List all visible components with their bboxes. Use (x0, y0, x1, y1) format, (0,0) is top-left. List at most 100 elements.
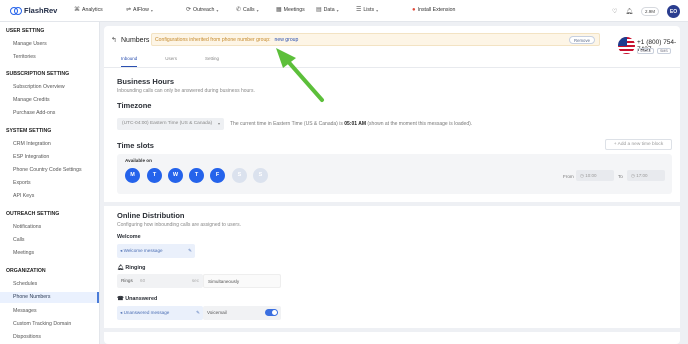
time-slot-panel: Available on M T W T F S S From ◷ 10:00 … (117, 154, 672, 194)
sidebar-item-territories[interactable]: Territories (13, 54, 36, 60)
aiflow-icon: ⇌ (126, 7, 132, 13)
group-link[interactable]: new group (275, 37, 299, 43)
section-title-system: SYSTEM SETTING (6, 128, 52, 134)
sidebar-item-purchase-addons[interactable]: Purchase Add-ons (13, 110, 55, 116)
sidebar-item-manage-users[interactable]: Manage Users (13, 41, 47, 47)
sidebar-item-notifications[interactable]: Notifications (13, 224, 41, 230)
section-title-organization: ORGANIZATION (6, 268, 46, 274)
banner-text: Configurations inherited from phone numb… (155, 36, 271, 43)
main-panel: ↰ Numbers Configurations inherited from … (104, 26, 680, 344)
day-toggle-monday[interactable]: M (125, 168, 140, 183)
voicemail-toggle[interactable] (265, 309, 278, 316)
available-on-label: Available on (125, 158, 152, 163)
sidebar-item-exports[interactable]: Exports (13, 180, 31, 186)
credit-balance[interactable]: 2.9M (640, 7, 659, 16)
remove-button[interactable]: Remove (568, 36, 595, 44)
chevron-down-icon: ▾ (336, 7, 339, 13)
edit-icon[interactable]: ✎ (188, 248, 192, 254)
rings-value: 60 (140, 278, 146, 283)
sidebar-item-custom-tracking-domain[interactable]: Custom Tracking Domain (13, 321, 71, 327)
section-title-user: USER SETTING (6, 28, 45, 34)
nav-calls[interactable]: ✆ Calls ▾ (236, 7, 259, 13)
voicemail-field: Voicemail (203, 306, 281, 320)
unanswered-message-select[interactable]: ◂ Unanswered message ✎ (117, 306, 203, 320)
timezone-select[interactable]: (UTC-04:00) Eastern Time (US & Canada) ▾ (117, 118, 224, 130)
nav-aiflow[interactable]: ⇌ AIFlow ▾ (126, 7, 153, 13)
to-label: To (618, 174, 623, 179)
online-distribution-title: Online Distribution (117, 211, 185, 220)
day-toggle-sunday[interactable]: S (253, 168, 268, 183)
calendar-icon: ▦ (276, 7, 282, 13)
from-label: From (563, 174, 574, 179)
tab-setting[interactable]: Setting (205, 56, 219, 67)
rings-input[interactable]: Rings 60 sec (117, 274, 203, 288)
logo-icon (10, 7, 22, 15)
outreach-icon: ⟳ (186, 7, 192, 13)
section-divider (104, 202, 680, 206)
back-arrow-icon[interactable]: ↰ (111, 36, 117, 44)
phone-icon: ✆ (236, 7, 242, 13)
rings-unit: sec (191, 278, 199, 283)
app-name: FlashRev (24, 6, 58, 15)
business-hours-title: Business Hours (117, 77, 175, 86)
install-extension-link[interactable]: ● Install Extension (412, 7, 455, 13)
sidebar-item-crm-integration[interactable]: CRM Integration (13, 141, 51, 147)
section-title-outreach: OUTREACH SETTING (6, 211, 60, 217)
nav-data[interactable]: ▤ Data ▾ (316, 7, 339, 13)
tab-bar: Inbound Users Setting (121, 56, 219, 67)
day-toggle-saturday[interactable]: S (232, 168, 247, 183)
sms-tag: SMS (657, 48, 671, 54)
logo[interactable]: FlashRev (10, 6, 70, 15)
bell-icon[interactable]: 🔔︎ (625, 9, 633, 15)
day-toggle-tuesday[interactable]: T (147, 168, 162, 183)
chevron-down-icon: ▾ (217, 121, 220, 126)
chevron-down-icon: ▾ (150, 7, 153, 13)
sidebar-item-calls[interactable]: Calls (13, 237, 25, 243)
time-slots-title: Time slots (117, 141, 154, 150)
list-icon: ☰ (356, 7, 362, 13)
nav-outreach[interactable]: ⟳ Outreach ▾ (186, 7, 218, 13)
ring-mode-select[interactable]: Simultaneously (203, 274, 281, 288)
nav-analytics[interactable]: ⌘ Analytics (74, 7, 103, 13)
sidebar-item-subscription-overview[interactable]: Subscription Overview (13, 84, 65, 90)
avatar[interactable]: EO (667, 5, 680, 18)
timezone-note: The current time in Eastern Time (US & C… (230, 121, 473, 127)
ringing-label: 🔔︎ Ringing (117, 265, 146, 271)
gift-icon[interactable]: ♡ (612, 9, 617, 15)
nav-meetings[interactable]: ▦ Meetings (276, 7, 305, 13)
online-distribution-desc: Configuring how inbounding calls are ass… (117, 222, 241, 228)
sidebar-item-phone-country-code[interactable]: Phone Country Code Settings (13, 167, 82, 173)
inherited-config-banner: Configurations inherited from phone numb… (151, 33, 600, 46)
sidebar-item-meetings[interactable]: Meetings (13, 250, 34, 256)
sidebar-item-phone-numbers[interactable]: Phone Numbers (0, 292, 99, 303)
sidebar-item-api-keys[interactable]: API Keys (13, 193, 34, 199)
phone-missed-icon: ☎ (117, 296, 126, 302)
section-title-subscription: SUBSCRIPTION SETTING (6, 71, 70, 77)
add-time-block-button[interactable]: + Add a new time block (605, 139, 672, 150)
section-divider (104, 328, 680, 332)
header-actions: ♡ 🔔︎ 2.9M EO (612, 5, 680, 18)
top-navigation: FlashRev ⌘ Analytics ⇌ AIFlow ▾ ⟳ Outreach ▾ … (0, 0, 688, 22)
edit-icon[interactable]: ✎ (196, 310, 200, 316)
sidebar-item-esp-integration[interactable]: ESP Integration (13, 154, 49, 160)
business-hours-desc: Inbounding calls can only be answered du… (117, 88, 255, 94)
to-time-input[interactable]: ◷ 17:00 (627, 170, 665, 181)
sidebar-item-manage-credits[interactable]: Manage Credits (13, 97, 50, 103)
welcome-message-select[interactable]: ◂ Welcome message ✎ (117, 244, 195, 258)
chevron-down-icon: ▾ (376, 7, 379, 13)
settings-sidebar: USER SETTING Manage Users Territories SU… (0, 22, 100, 344)
welcome-label: Welcome (117, 234, 141, 240)
day-toggle-wednesday[interactable]: W (168, 168, 183, 183)
sidebar-item-schedules[interactable]: Schedules (13, 281, 37, 287)
current-time: 05:01 AM (344, 121, 366, 127)
nav-lists[interactable]: ☰ Lists ▾ (356, 7, 378, 13)
chevron-down-icon: ▾ (256, 7, 259, 13)
day-toggle-thursday[interactable]: T (189, 168, 204, 183)
sidebar-item-dispositions[interactable]: Dispositions (13, 334, 41, 340)
sidebar-item-messages[interactable]: Messages (13, 308, 37, 314)
tab-users[interactable]: Users (165, 56, 177, 67)
from-time-input[interactable]: ◷ 10:00 (576, 170, 614, 181)
day-toggle-friday[interactable]: F (210, 168, 225, 183)
chrome-icon: ● (412, 7, 416, 13)
tab-inbound[interactable]: Inbound (121, 56, 138, 67)
